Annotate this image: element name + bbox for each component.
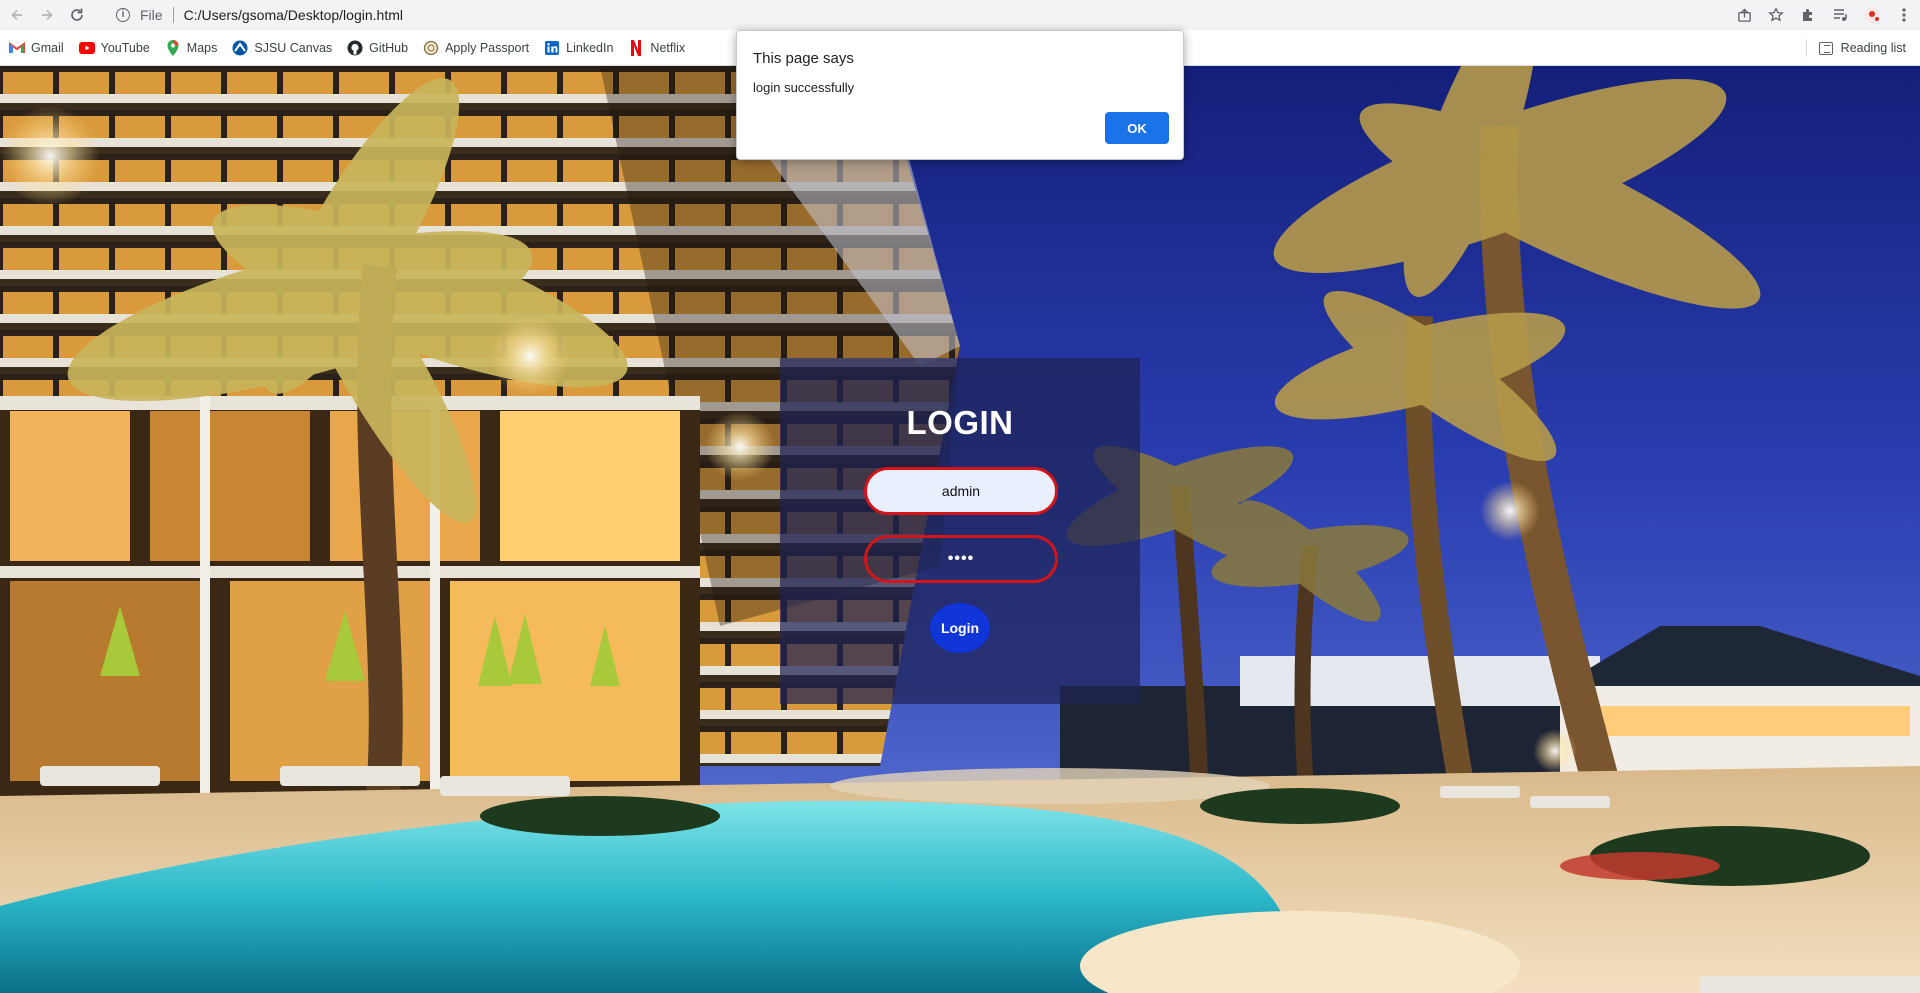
bookmark-sjsu-canvas[interactable]: SJSU Canvas bbox=[226, 35, 338, 61]
bookmark-label: LinkedIn bbox=[566, 40, 614, 55]
netflix-icon bbox=[628, 39, 644, 56]
browser-toolbar: i File C:/Users/gsoma/Desktop/login.html bbox=[0, 0, 1920, 30]
bookmark-gmail[interactable]: Gmail bbox=[3, 35, 70, 61]
maps-icon bbox=[165, 39, 181, 56]
login-panel: LOGIN Login bbox=[780, 358, 1140, 704]
address-bar[interactable]: i File C:/Users/gsoma/Desktop/login.html bbox=[108, 2, 1762, 28]
github-icon bbox=[347, 40, 363, 56]
bookmark-youtube[interactable]: YouTube bbox=[73, 35, 156, 61]
bookmark-netflix[interactable]: Netflix bbox=[622, 35, 691, 61]
bookmarks-divider bbox=[1805, 39, 1807, 57]
bookmark-label: SJSU Canvas bbox=[254, 40, 333, 55]
bookmark-apply-passport[interactable]: Apply Passport bbox=[417, 35, 535, 61]
bookmark-star-icon[interactable] bbox=[1760, 0, 1792, 30]
bookmark-maps[interactable]: Maps bbox=[159, 35, 224, 61]
reading-list-label: Reading list bbox=[1840, 41, 1906, 55]
bookmark-label: Netflix bbox=[650, 40, 686, 55]
page-viewport: LOGIN Login bbox=[0, 66, 1920, 993]
bookmark-github[interactable]: GitHub bbox=[341, 35, 414, 61]
password-input[interactable] bbox=[864, 535, 1058, 583]
profile-avatar[interactable] bbox=[1856, 0, 1888, 30]
url-scheme: File bbox=[140, 7, 163, 23]
forward-arrow-icon bbox=[42, 9, 53, 21]
reading-list-icon bbox=[1818, 41, 1833, 55]
bookmark-label: Maps bbox=[186, 40, 218, 55]
bookmark-label: Apply Passport bbox=[445, 40, 530, 55]
youtube-icon bbox=[78, 40, 95, 56]
reload-icon bbox=[71, 8, 83, 21]
back-arrow-icon bbox=[11, 9, 22, 21]
login-button[interactable]: Login bbox=[930, 603, 990, 653]
info-icon[interactable]: i bbox=[116, 8, 130, 22]
back-button[interactable] bbox=[4, 2, 30, 28]
bookmark-label: YouTube bbox=[100, 40, 150, 55]
bookmark-label: GitHub bbox=[369, 40, 409, 55]
alert-dialog: This page says login successfully OK bbox=[736, 30, 1184, 160]
login-title: LOGIN bbox=[906, 404, 1014, 441]
media-queue-icon[interactable] bbox=[1824, 0, 1856, 30]
share-icon[interactable] bbox=[1728, 0, 1760, 30]
gmail-icon bbox=[9, 40, 25, 56]
url-text[interactable]: C:/Users/gsoma/Desktop/login.html bbox=[184, 7, 403, 23]
extensions-icon[interactable] bbox=[1792, 0, 1824, 30]
alert-message: login successfully bbox=[753, 80, 855, 95]
reload-button[interactable] bbox=[64, 2, 90, 28]
bookmark-linkedin[interactable]: LinkedIn bbox=[538, 35, 619, 61]
omnibox-divider bbox=[172, 7, 174, 23]
passport-icon bbox=[423, 40, 439, 56]
alert-title: This page says bbox=[753, 50, 854, 67]
forward-button[interactable] bbox=[34, 2, 60, 28]
username-input[interactable] bbox=[864, 467, 1058, 515]
ok-button[interactable]: OK bbox=[1105, 112, 1169, 144]
linkedin-icon bbox=[544, 40, 560, 56]
toolbar-actions bbox=[1728, 0, 1920, 30]
menu-kebab-icon[interactable] bbox=[1888, 0, 1920, 30]
canvas-icon bbox=[232, 40, 248, 56]
bookmark-label: Gmail bbox=[31, 40, 64, 55]
reading-list-button[interactable]: Reading list bbox=[1805, 35, 1906, 61]
